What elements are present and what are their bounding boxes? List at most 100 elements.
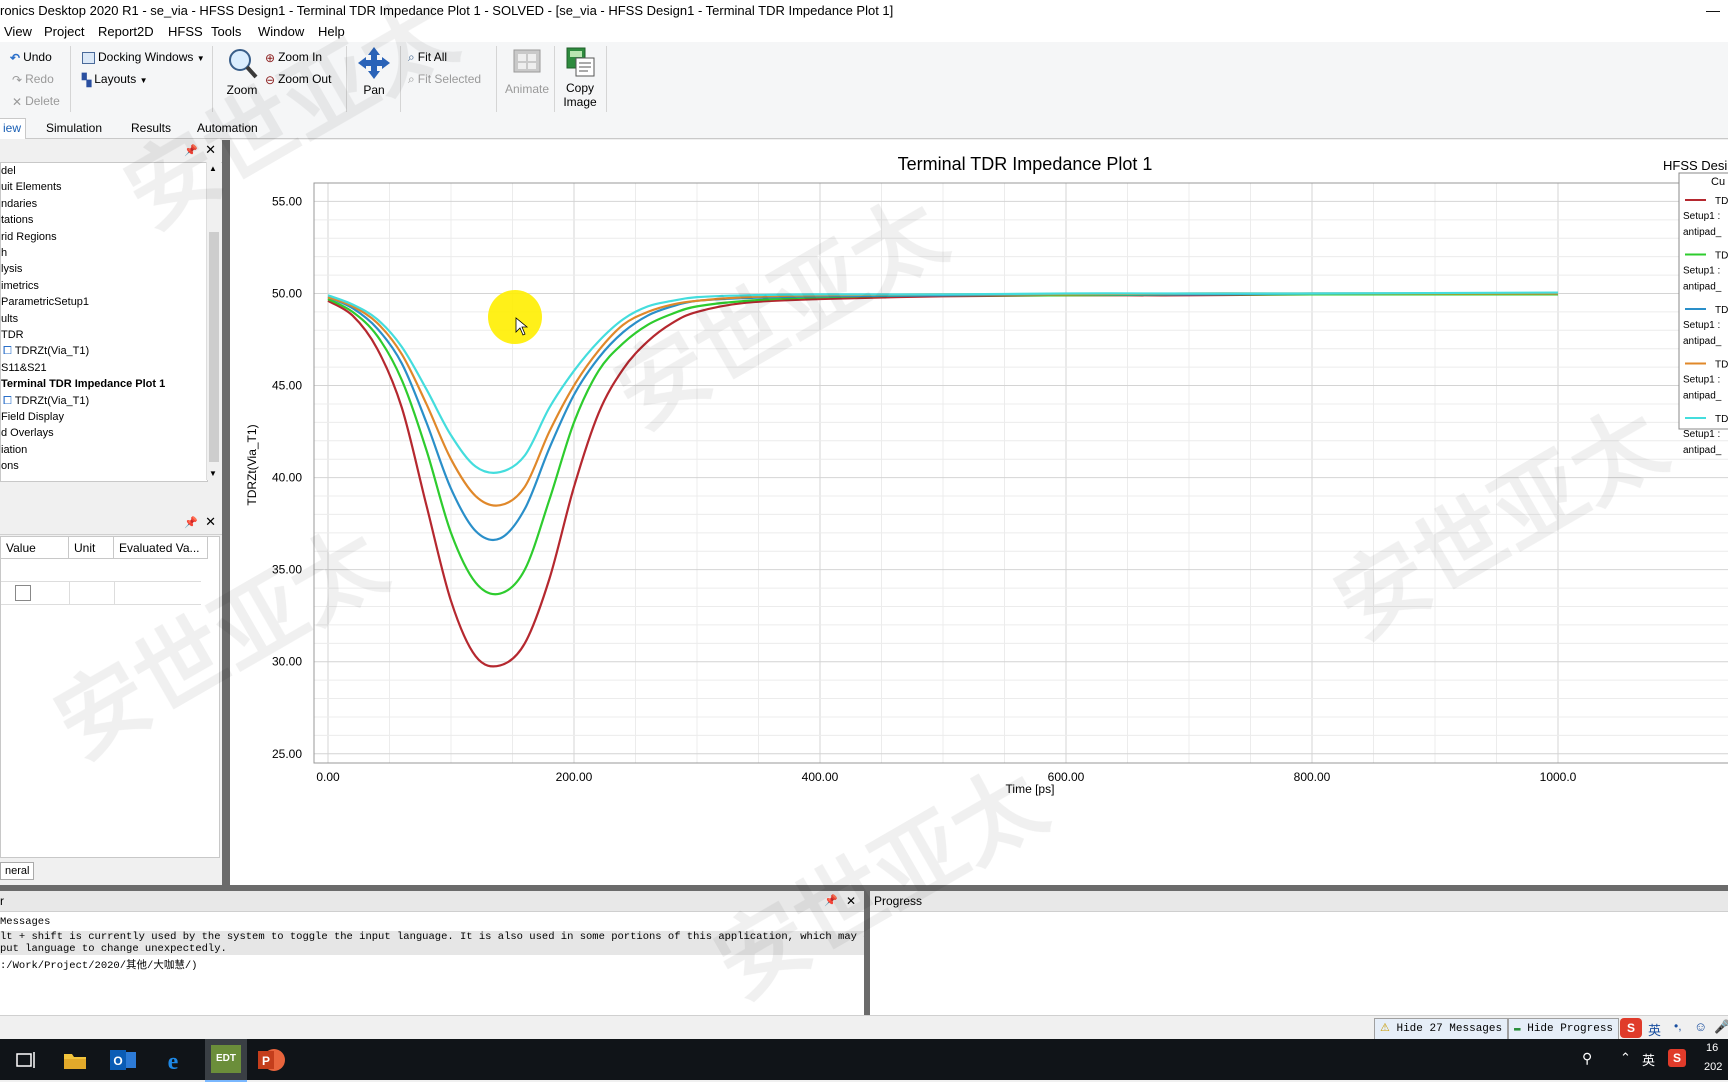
tree-item[interactable]: h bbox=[1, 247, 7, 264]
menu-view[interactable]: View bbox=[4, 24, 32, 39]
tree-item[interactable]: uit Elements bbox=[1, 181, 62, 198]
scroll-up-icon[interactable]: ▲ bbox=[209, 164, 217, 173]
tree-item[interactable]: lysis bbox=[1, 263, 22, 280]
delete-button[interactable]: ✕ Delete bbox=[12, 94, 60, 109]
zoom-button[interactable]: Zoom bbox=[224, 46, 260, 97]
scroll-down-icon[interactable]: ▼ bbox=[209, 469, 217, 478]
menu-window[interactable]: Window bbox=[258, 24, 304, 39]
sogou-ime-icon[interactable]: S bbox=[1620, 1018, 1642, 1038]
undo-label: Undo bbox=[23, 50, 52, 64]
fit-selected-button[interactable]: ⌕ Fit Selected bbox=[408, 72, 481, 87]
tree-item[interactable]: del bbox=[1, 165, 16, 182]
tree-scrollbar[interactable]: ▲ ▼ bbox=[206, 162, 221, 480]
tab-simulation[interactable]: Simulation bbox=[46, 121, 102, 135]
minimize-button[interactable]: — bbox=[1706, 2, 1720, 18]
tree-item[interactable]: Terminal TDR Impedance Plot 1 bbox=[1, 378, 165, 395]
redo-button[interactable]: ↷ Redo bbox=[12, 72, 54, 87]
zoom-out-label: Zoom Out bbox=[278, 72, 332, 86]
zoom-in-button[interactable]: ⊕ Zoom In bbox=[265, 50, 322, 65]
close-icon[interactable]: ✕ bbox=[205, 514, 216, 530]
tree-item[interactable]: ons bbox=[1, 460, 19, 477]
edge-button[interactable]: e bbox=[156, 1044, 190, 1076]
task-view-button[interactable] bbox=[8, 1044, 42, 1076]
tree-item-label: tations bbox=[1, 214, 34, 227]
tree-item-label: rid Regions bbox=[1, 230, 57, 243]
file-explorer-button[interactable] bbox=[58, 1044, 92, 1076]
ribbon-separator bbox=[400, 46, 401, 112]
tray-ime[interactable]: 英 bbox=[1642, 1050, 1655, 1069]
column-header-unit[interactable]: Unit bbox=[69, 537, 114, 559]
fit-selected-icon: ⌕ bbox=[408, 72, 415, 87]
clock-time[interactable]: 16 bbox=[1706, 1042, 1718, 1054]
electronics-desktop-button[interactable]: EDT bbox=[205, 1039, 247, 1082]
tree-item[interactable]: ndaries bbox=[1, 198, 37, 215]
tree-item[interactable]: TDR bbox=[1, 329, 24, 346]
tray-chevron-icon[interactable]: ⌃ bbox=[1620, 1050, 1631, 1066]
scroll-thumb[interactable] bbox=[209, 232, 219, 462]
tree-item-label: ults bbox=[1, 312, 19, 325]
microphone-icon[interactable]: 🎤 bbox=[1714, 1019, 1728, 1035]
clock-date[interactable]: 202 bbox=[1704, 1061, 1722, 1073]
message-manager-title: r bbox=[0, 894, 4, 908]
chart-legend[interactable]: Cu TD Setup1 : antipad_ TD Setup1 : antipad_ TD… bbox=[1678, 172, 1728, 456]
tab-results[interactable]: Results bbox=[131, 121, 171, 135]
powerpoint-button[interactable]: P bbox=[254, 1044, 288, 1076]
tree-item[interactable]: Field Display bbox=[1, 411, 64, 428]
tree-item[interactable]: iation bbox=[1, 444, 27, 461]
hide-messages-button[interactable]: ⚠ Hide 27 Messages bbox=[1374, 1018, 1509, 1040]
close-icon[interactable]: ✕ bbox=[846, 891, 856, 911]
tab-automation[interactable]: Automation bbox=[197, 121, 258, 135]
pan-button[interactable]: Pan bbox=[356, 46, 392, 97]
tree-item[interactable]: S11&S21 bbox=[1, 362, 47, 379]
y-tick-label: 55.00 bbox=[272, 194, 302, 208]
tree-item[interactable]: ParametricSetup1 bbox=[1, 296, 89, 313]
copy-image-button[interactable]: Copy Image bbox=[560, 46, 600, 109]
animate-button[interactable]: Animate bbox=[504, 46, 550, 96]
people-icon[interactable]: ⚲ bbox=[1582, 1050, 1592, 1067]
close-icon[interactable]: ✕ bbox=[205, 142, 216, 158]
tab-general[interactable]: neral bbox=[0, 862, 35, 880]
task-view-icon bbox=[16, 1052, 35, 1068]
menu-project[interactable]: Project bbox=[44, 24, 84, 39]
tree-item[interactable]: d Overlays bbox=[1, 427, 54, 444]
pin-icon[interactable]: 📌 bbox=[824, 891, 838, 911]
hide-progress-button[interactable]: ▬ Hide Progress bbox=[1508, 1018, 1620, 1040]
ime-mode[interactable]: 英 bbox=[1648, 1020, 1661, 1039]
chart-grid bbox=[314, 183, 1728, 763]
tab-view[interactable]: iew bbox=[0, 118, 27, 139]
y-tick-label: 45.00 bbox=[272, 379, 302, 393]
menu-hfss[interactable]: HFSS bbox=[168, 24, 203, 39]
zoom-out-button[interactable]: ⊖ Zoom Out bbox=[265, 72, 331, 87]
column-header-value[interactable]: Value bbox=[1, 537, 69, 559]
menu-help[interactable]: Help bbox=[318, 24, 345, 39]
punctuation-icon[interactable]: •, bbox=[1674, 1019, 1682, 1033]
pin-icon[interactable]: 📌 bbox=[184, 144, 198, 157]
zoom-out-icon: ⊖ bbox=[265, 72, 276, 87]
menu-report2d[interactable]: Report2D bbox=[98, 24, 154, 39]
emoji-icon[interactable]: ☺ bbox=[1694, 1019, 1707, 1034]
menu-tools[interactable]: Tools bbox=[211, 24, 241, 39]
pin-icon[interactable]: 📌 bbox=[184, 516, 198, 529]
layouts-button[interactable]: ▚ Layouts ▼ bbox=[82, 72, 148, 87]
tree-item[interactable]: ⧠ TDRZt(Via_T1) bbox=[1, 395, 89, 412]
legend-entry-name: TD bbox=[1715, 360, 1728, 371]
column-header-evaluated-value[interactable]: Evaluated Va... bbox=[114, 537, 208, 559]
windows-taskbar: O e EDT P ⚲ ⌃ 英 S 16 202 bbox=[0, 1039, 1728, 1082]
sogou-tray-icon[interactable]: S bbox=[1668, 1049, 1686, 1067]
property-checkbox[interactable] bbox=[15, 585, 31, 601]
tree-item[interactable]: imetrics bbox=[1, 280, 39, 297]
fit-all-button[interactable]: ⌕ Fit All bbox=[408, 50, 447, 65]
tree-item[interactable]: ⧠ TDRZt(Via_T1) bbox=[1, 345, 89, 362]
tree-item[interactable]: rid Regions bbox=[1, 231, 57, 248]
svg-text:e: e bbox=[168, 1049, 179, 1075]
docking-windows-button[interactable]: Docking Windows ▼ bbox=[82, 50, 205, 64]
dropdown-arrow-icon: ▼ bbox=[139, 76, 148, 85]
tree-item[interactable]: tations bbox=[1, 214, 33, 231]
y-tick-label: 30.00 bbox=[272, 655, 302, 669]
pane-splitter[interactable] bbox=[222, 140, 230, 885]
outlook-button[interactable]: O bbox=[106, 1044, 140, 1076]
undo-button[interactable]: ↶ Undo bbox=[10, 50, 52, 65]
tree-item[interactable]: ults bbox=[1, 313, 18, 330]
copy-image-icon bbox=[566, 47, 595, 77]
trace-plot-icon: ⧠ bbox=[3, 394, 12, 407]
